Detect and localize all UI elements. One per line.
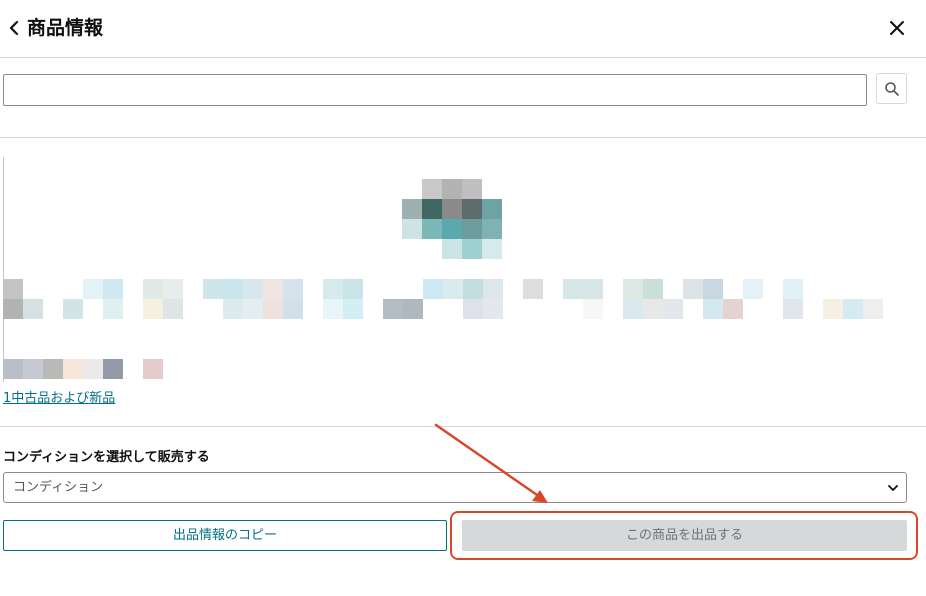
condition-label: コンディションを選択して販売する [3,450,210,465]
offers-link[interactable]: 1中古品および新品 [3,390,115,408]
copy-listing-button[interactable]: 出品情報のコピー [3,520,447,551]
close-icon[interactable] [888,19,906,37]
product-image [402,179,502,259]
condition-select[interactable]: コンディション [3,472,907,503]
condition-selected-value: コンディション [13,480,104,495]
search-row [0,58,926,138]
copy-listing-label: 出品情報のコピー [172,528,277,543]
search-input[interactable] [3,74,867,106]
page-title: 商品情報 [27,17,104,39]
product-meta-redacted [3,359,163,381]
product-area: 1中古品および新品 [0,139,926,427]
search-icon [885,82,899,96]
product-title-redacted [3,279,883,320]
header: 商品情報 [0,0,926,58]
chevron-left-icon[interactable] [8,18,20,38]
divider [3,157,4,382]
chevron-down-icon [888,485,898,491]
annotation-highlight [450,511,918,560]
search-button[interactable] [876,73,907,104]
